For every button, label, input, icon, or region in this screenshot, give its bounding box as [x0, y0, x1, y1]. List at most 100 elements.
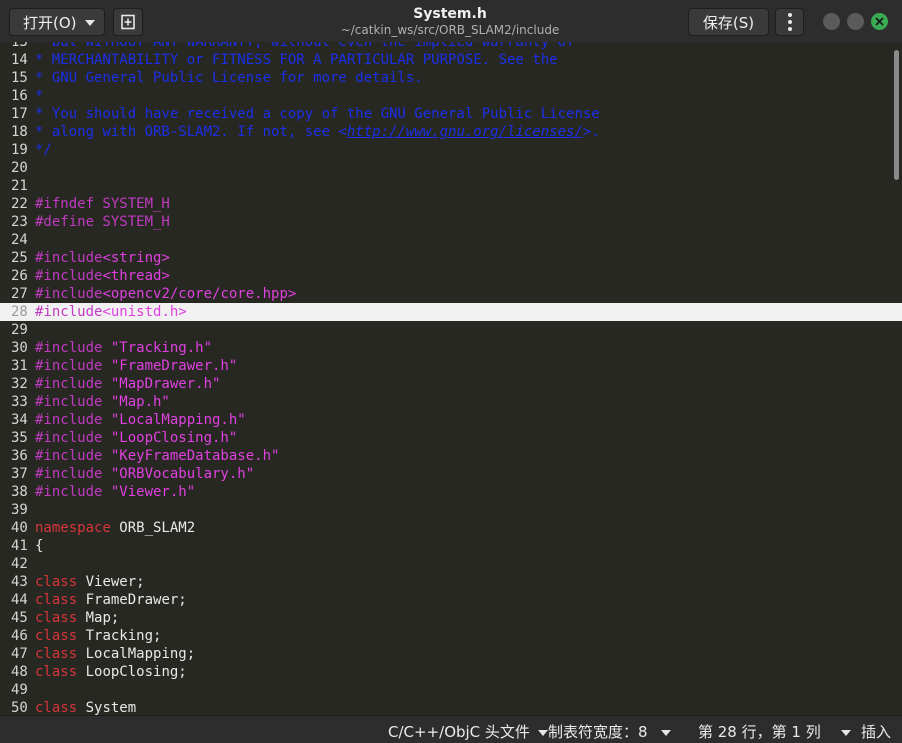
code-token: #include [35, 358, 111, 374]
line-number: 38 [11, 484, 28, 500]
line-number: 28 [11, 304, 28, 320]
code-text: * GNU General Public License for more de… [35, 69, 423, 87]
line-number: 33 [11, 394, 28, 410]
open-button-label: 打开(O) [23, 13, 77, 32]
code-line[interactable]: 15 * GNU General Public License for more … [0, 69, 902, 87]
code-token: "Viewer.h" [110, 484, 196, 500]
code-token: FrameDrawer; [77, 592, 187, 608]
code-line[interactable]: 46 class Tracking; [0, 627, 902, 645]
code-line[interactable]: 19 */ [0, 141, 902, 159]
code-line[interactable]: 48 class LoopClosing; [0, 663, 902, 681]
code-line[interactable]: 17 * You should have received a copy of t… [0, 105, 902, 123]
code-line[interactable]: 44 class FrameDrawer; [0, 591, 902, 609]
code-editor[interactable]: 13 * but WITHOUT ANY WARRANTY; without ev… [0, 42, 902, 715]
code-line[interactable]: 28 #include<unistd.h> [0, 303, 902, 321]
line-number: 42 [11, 556, 28, 572]
code-token: "FrameDrawer.h" [110, 358, 238, 374]
status-bar: C/C++/ObjC 头文件 制表符宽度：8 第 28 行，第 1 列 插入 [0, 715, 902, 743]
code-line[interactable]: 31 #include "FrameDrawer.h" [0, 357, 902, 375]
line-number: 30 [11, 340, 28, 356]
line-number: 40 [11, 520, 28, 536]
code-line[interactable]: 39 [0, 501, 902, 519]
code-line[interactable]: 32 #include "MapDrawer.h" [0, 375, 902, 393]
code-text: #include "KeyFrameDatabase.h" [35, 447, 279, 465]
code-line[interactable]: 16 * [0, 87, 902, 105]
code-line[interactable]: 29 [0, 321, 902, 339]
new-document-button[interactable] [113, 8, 143, 36]
code-line[interactable]: 50 class System [0, 699, 902, 715]
code-token: #include [35, 394, 111, 410]
line-number: 31 [11, 358, 28, 374]
code-token: class [35, 592, 78, 608]
code-line[interactable]: 22 #ifndef SYSTEM_H [0, 195, 902, 213]
code-token: <string> [102, 250, 170, 266]
code-token: "ORBVocabulary.h" [110, 466, 255, 482]
code-text: #include "Tracking.h" [35, 339, 212, 357]
code-line[interactable]: 43 class Viewer; [0, 573, 902, 591]
menu-dot [787, 27, 792, 31]
language-selector[interactable]: C/C++/ObjC 头文件 [388, 721, 548, 742]
chevron-down-icon [840, 729, 851, 736]
code-line[interactable]: 40 namespace ORB_SLAM2 [0, 519, 902, 537]
code-line[interactable]: 37 #include "ORBVocabulary.h" [0, 465, 902, 483]
line-number: 36 [11, 448, 28, 464]
code-line[interactable]: 21 [0, 177, 902, 195]
line-number: 48 [11, 664, 28, 680]
code-line[interactable]: 30 #include "Tracking.h" [0, 339, 902, 357]
code-text: class Viewer; [35, 573, 145, 591]
open-button[interactable]: 打开(O) [9, 8, 105, 36]
code-line[interactable]: 20 [0, 159, 902, 177]
maximize-button[interactable] [847, 13, 864, 30]
code-line[interactable]: 33 #include "Map.h" [0, 393, 902, 411]
code-line[interactable]: 27 #include<opencv2/core/core.hpp> [0, 285, 902, 303]
close-button[interactable] [871, 13, 888, 30]
code-line[interactable]: 25 #include<string> [0, 249, 902, 267]
code-text: #include<opencv2/core/core.hpp> [35, 285, 296, 303]
code-token: Map; [77, 610, 120, 626]
code-line[interactable]: 34 #include "LocalMapping.h" [0, 411, 902, 429]
code-token: ORB_SLAM2 [110, 520, 196, 536]
code-line[interactable]: 38 #include "Viewer.h" [0, 483, 902, 501]
code-line[interactable]: 14 * MERCHANTABILITY or FITNESS FOR A PAR… [0, 51, 902, 69]
vertical-scrollbar[interactable] [894, 50, 899, 180]
code-line[interactable]: 24 [0, 231, 902, 249]
line-number: 39 [11, 502, 28, 518]
code-token: class [35, 628, 78, 644]
code-line[interactable]: 23 #define SYSTEM_H [0, 213, 902, 231]
code-line[interactable]: 49 [0, 681, 902, 699]
code-token: <thread> [102, 268, 170, 284]
code-link[interactable]: http://www.gnu.org/licenses/ [347, 124, 583, 140]
line-number: 47 [11, 646, 28, 662]
code-token: #include [35, 304, 103, 320]
save-button-label: 保存(S) [702, 13, 755, 32]
code-line[interactable]: 35 #include "LoopClosing.h" [0, 429, 902, 447]
line-number: 41 [11, 538, 28, 554]
insert-mode-indicator[interactable]: 插入 [861, 721, 891, 742]
cursor-position-label: 第 28 行，第 1 列 [698, 723, 821, 741]
code-line[interactable]: 47 class LocalMapping; [0, 645, 902, 663]
code-token: * MERCHANTABILITY or FITNESS FOR A PARTI… [35, 52, 558, 68]
code-token: * You should have received a copy of the… [35, 106, 600, 122]
text-editor-window: 打开(O) System.h ~/catkin_ws/src/ORB_SLAM2… [0, 0, 902, 743]
chevron-down-icon [537, 729, 548, 736]
code-line[interactable]: 45 class Map; [0, 609, 902, 627]
code-text: #ifndef SYSTEM_H [35, 195, 170, 213]
code-text: class Tracking; [35, 627, 161, 645]
code-text: class System [35, 699, 136, 715]
code-line[interactable]: 13 * but WITHOUT ANY WARRANTY; without ev… [0, 42, 902, 51]
code-text: class LocalMapping; [35, 645, 195, 663]
code-line[interactable]: 36 #include "KeyFrameDatabase.h" [0, 447, 902, 465]
code-line[interactable]: 42 [0, 555, 902, 573]
line-number: 21 [11, 178, 28, 194]
code-token: #include [35, 268, 103, 284]
code-line[interactable]: 41 { [0, 537, 902, 555]
language-label: C/C++/ObjC 头文件 [388, 723, 530, 741]
code-line[interactable]: 18 * along with ORB-SLAM2. If not, see <h… [0, 123, 902, 141]
code-token: * GNU General Public License for more de… [35, 70, 423, 86]
tab-width-selector[interactable]: 制表符宽度：8 [548, 721, 671, 742]
cursor-position-selector[interactable]: 第 28 行，第 1 列 [698, 721, 851, 742]
menu-button[interactable] [775, 8, 804, 36]
save-button[interactable]: 保存(S) [688, 8, 769, 36]
code-line[interactable]: 26 #include<thread> [0, 267, 902, 285]
minimize-button[interactable] [823, 13, 840, 30]
